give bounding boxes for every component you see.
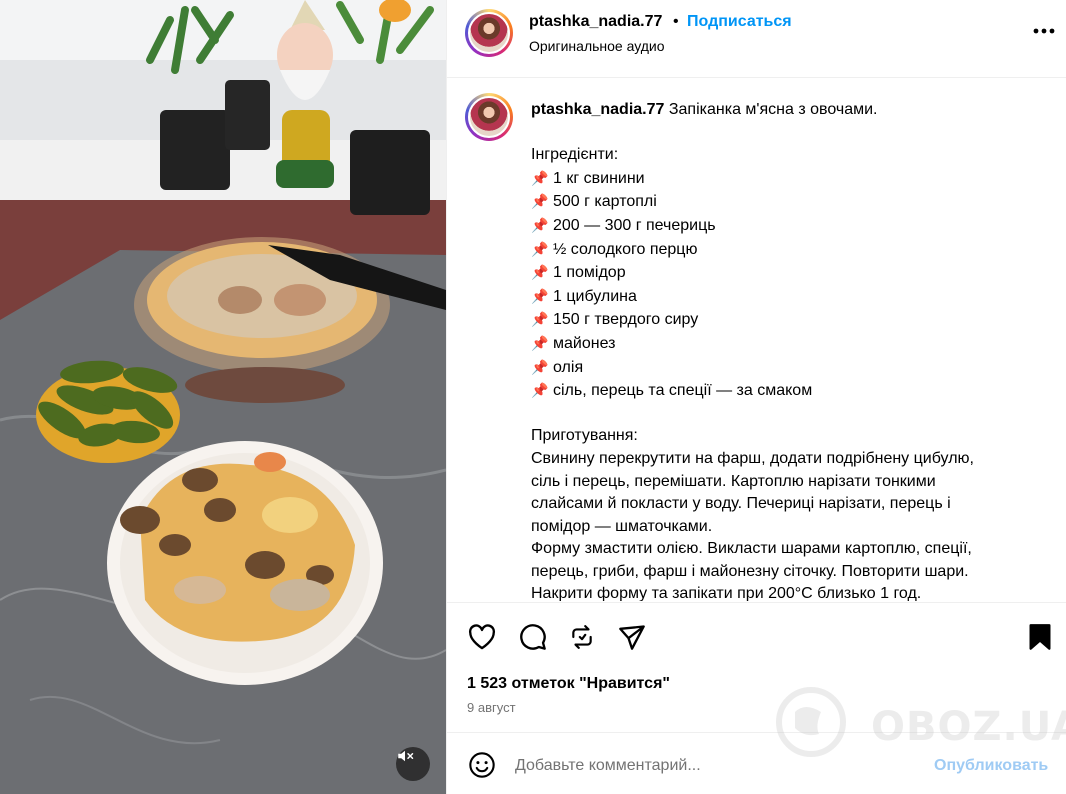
- like-button[interactable]: [465, 620, 499, 654]
- ingredient-item: 📌 майонез: [531, 332, 1041, 356]
- method-line: Свинину перекрутити на фарш, додати подр…: [531, 449, 974, 467]
- ingredient-item: 📌 сіль, перець та спеції — за смаком: [531, 379, 1041, 403]
- emoji-button[interactable]: [467, 750, 497, 780]
- method-line: слайсами й покласти у воду. Печериці нар…: [531, 495, 951, 513]
- pin-icon: 📌: [531, 382, 549, 399]
- ingredient-list: 📌 1 кг свинини 📌 500 г картоплі 📌 200 — 300 г…: [531, 167, 1041, 403]
- audio-link[interactable]: Оригинальное аудио: [529, 38, 665, 54]
- method-heading: Приготування:: [531, 427, 638, 445]
- separator-dot: •: [673, 13, 679, 30]
- ingredient-text: 1 цибулина: [553, 287, 637, 305]
- paper-plane-icon: [619, 625, 645, 650]
- post-header: ptashka_nadia.77 • Подписаться Оригиналь…: [447, 0, 1066, 78]
- ingredient-text: 1 кг свинини: [553, 169, 645, 187]
- caption-area[interactable]: ptashka_nadia.77 Запіканка м'ясна з овоч…: [447, 79, 1066, 601]
- method-text: Свинину перекрутити на фарш, додати подр…: [531, 448, 1041, 601]
- pin-icon: 📌: [531, 169, 549, 186]
- ingredient-item: 📌 150 г твердого сиру: [531, 308, 1041, 332]
- pin-icon: 📌: [531, 311, 549, 328]
- ingredient-text: ½ солодкого перцю: [553, 240, 698, 258]
- caption-text: ptashka_nadia.77 Запіканка м'ясна з овоч…: [531, 99, 1041, 601]
- ingredient-item: 📌 1 цибулина: [531, 285, 1041, 309]
- username-link[interactable]: ptashka_nadia.77: [529, 13, 662, 31]
- caption-title: Запіканка м'ясна з овочами.: [668, 101, 878, 118]
- ingredient-item: 📌 200 — 300 г печериць: [531, 214, 1041, 238]
- action-bar: 1 523 отметок "Нравится" 9 август: [447, 602, 1066, 732]
- post-media[interactable]: [0, 0, 446, 794]
- ingredient-item: 📌 1 кг свинини: [531, 167, 1041, 191]
- repost-icon: [572, 625, 592, 649]
- pin-icon: 📌: [531, 287, 549, 304]
- ingredient-text: 500 г картоплі: [553, 193, 657, 211]
- ingredient-text: 150 г твердого сиру: [553, 311, 699, 329]
- ingredient-text: 1 помідор: [553, 264, 626, 282]
- ingredient-text: сіль, перець та спеції — за смаком: [553, 382, 813, 400]
- comment-input[interactable]: [515, 753, 905, 779]
- comment-bubble-icon: [520, 624, 546, 650]
- smiley-icon: [469, 752, 495, 778]
- method-line: перець, гриби, фарш і майонезну сіточку.…: [531, 562, 969, 580]
- method-line: помідор — шматочками.: [531, 517, 713, 535]
- method-line: Форму змастити олією. Викласти шарами ка…: [531, 540, 972, 558]
- pin-icon: 📌: [531, 216, 549, 233]
- mute-button[interactable]: [396, 747, 430, 781]
- ingredient-item: 📌 500 г картоплі: [531, 190, 1041, 214]
- ingredients-heading: Інгредієнти:: [531, 146, 619, 164]
- caption-avatar[interactable]: [465, 93, 513, 141]
- avatar[interactable]: [465, 9, 513, 57]
- save-button[interactable]: [1023, 620, 1057, 654]
- pin-icon: 📌: [531, 193, 549, 210]
- ingredient-text: майонез: [553, 334, 616, 352]
- comment-button[interactable]: [516, 620, 550, 654]
- pin-icon: 📌: [531, 358, 549, 375]
- pin-icon: 📌: [531, 334, 549, 351]
- ingredient-item: 📌 ½ солодкого перцю: [531, 238, 1041, 262]
- more-options-button[interactable]: [1031, 18, 1057, 44]
- follow-button[interactable]: Подписаться: [687, 13, 792, 31]
- post-date[interactable]: 9 август: [467, 700, 516, 715]
- ingredient-text: олія: [553, 358, 584, 376]
- ingredient-text: 200 — 300 г печериць: [553, 216, 716, 234]
- ingredient-item: 📌 1 помідор: [531, 261, 1041, 285]
- food-photo: [0, 0, 446, 794]
- caption-author[interactable]: ptashka_nadia.77: [531, 101, 664, 118]
- repost-button[interactable]: [565, 620, 599, 654]
- post-panel: ptashka_nadia.77 • Подписаться Оригиналь…: [446, 0, 1066, 794]
- share-button[interactable]: [615, 620, 649, 654]
- comment-bar: Опубликовать: [447, 732, 1066, 794]
- pin-icon: 📌: [531, 264, 549, 281]
- speaker-muted-icon: [398, 750, 414, 762]
- publish-button[interactable]: Опубликовать: [934, 757, 1048, 775]
- bookmark-icon: [1029, 624, 1051, 650]
- more-dots-icon: [1033, 28, 1055, 34]
- ingredient-item: 📌 олія: [531, 356, 1041, 380]
- method-line: сіль і перець, перемішати. Картоплю нарі…: [531, 472, 936, 490]
- method-line: Накрити форму та запікати при 200°С близ…: [531, 585, 922, 601]
- caption-title-line: ptashka_nadia.77 Запіканка м'ясна з овоч…: [531, 99, 1041, 122]
- heart-icon: [468, 624, 496, 650]
- pin-icon: 📌: [531, 240, 549, 257]
- likes-count[interactable]: 1 523 отметок "Нравится": [467, 675, 670, 693]
